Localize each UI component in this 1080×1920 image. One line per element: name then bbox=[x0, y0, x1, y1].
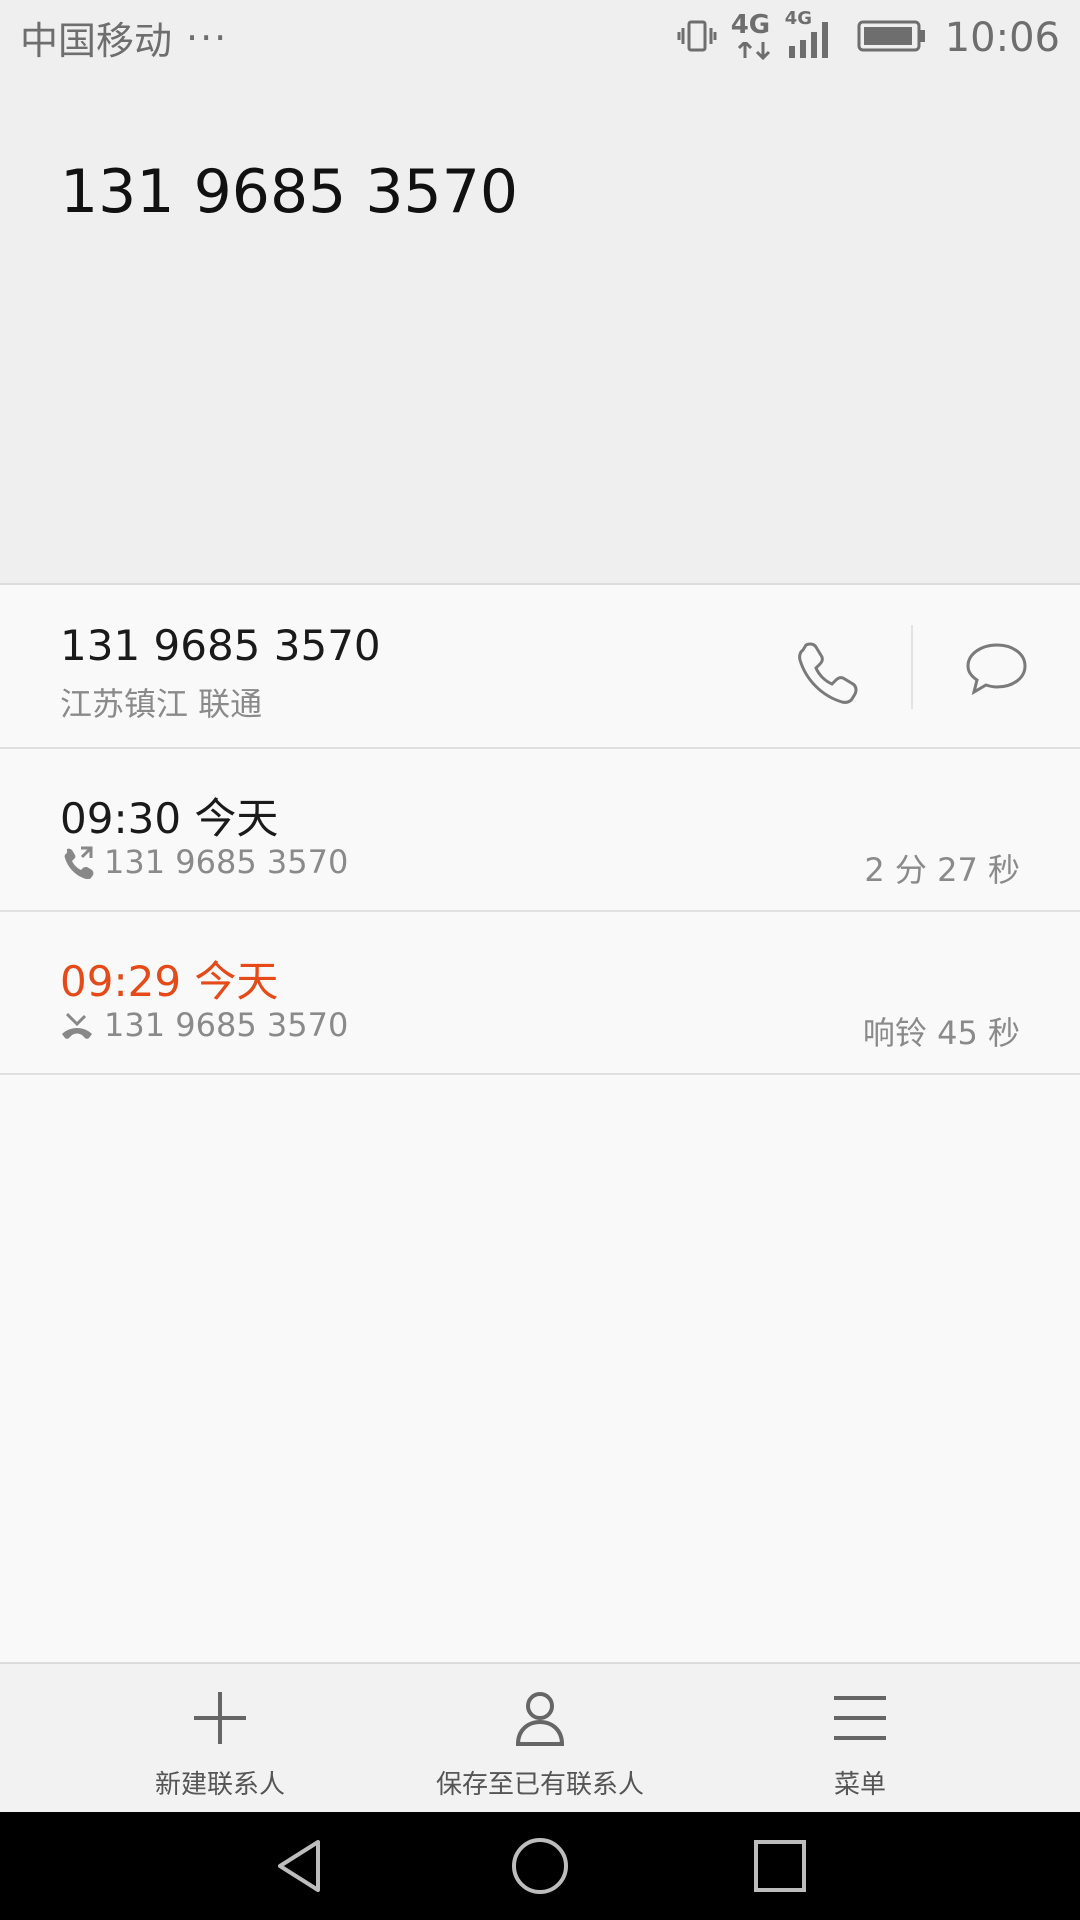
menu-label: 菜单 bbox=[833, 1770, 886, 1800]
call-number: 131 9685 3570 bbox=[104, 1006, 349, 1044]
more-notifications-dots: ··· bbox=[186, 15, 229, 60]
call-button[interactable] bbox=[790, 635, 860, 705]
menu-icon bbox=[834, 1696, 886, 1740]
missed-call-icon bbox=[60, 1008, 94, 1042]
carrier-name: 中国移动 bbox=[20, 19, 173, 63]
network-4g-data-icon: 4G bbox=[731, 10, 771, 60]
call-detail-screen: 中国移动 ··· 4G 4G 10:06 131 9685 3570 131 9… bbox=[0, 0, 1080, 1920]
call-log-item[interactable]: 09:29 今天 131 9685 3570 响铃 45 秒 bbox=[0, 912, 1080, 1075]
signal-strength-icon: 4G bbox=[785, 8, 833, 60]
status-left: 中国移动 ··· bbox=[20, 10, 228, 65]
call-sub: 131 9685 3570 bbox=[60, 1006, 348, 1044]
new-contact-button[interactable]: 新建联系人 bbox=[70, 1664, 370, 1814]
navigation-bar bbox=[0, 1812, 1080, 1920]
ring-duration: 响铃 45 秒 bbox=[862, 1014, 1020, 1052]
call-sub: 131 9685 3570 bbox=[60, 843, 348, 881]
number-row[interactable]: 131 9685 3570 江苏镇江 联通 bbox=[0, 585, 1080, 749]
call-time-missed: 09:29 今天 bbox=[60, 957, 279, 1006]
header-phone-number: 131 9685 3570 bbox=[60, 157, 519, 227]
outgoing-call-icon bbox=[60, 845, 94, 880]
message-button[interactable] bbox=[962, 635, 1032, 705]
status-bar: 中国移动 ··· 4G 4G 10:06 bbox=[0, 0, 1080, 75]
location-label: 江苏镇江 联通 bbox=[60, 685, 263, 723]
menu-button[interactable]: 菜单 bbox=[710, 1664, 1010, 1814]
caller-header: 131 9685 3570 bbox=[0, 75, 1080, 585]
action-divider bbox=[911, 625, 913, 709]
number-location: 江苏镇江 联通 bbox=[60, 679, 262, 725]
new-contact-label: 新建联系人 bbox=[154, 1770, 285, 1800]
home-icon[interactable] bbox=[510, 1836, 570, 1896]
back-icon[interactable] bbox=[270, 1836, 330, 1896]
person-icon bbox=[515, 1692, 565, 1746]
recent-apps-icon[interactable] bbox=[750, 1836, 810, 1896]
save-to-existing-contact-button[interactable]: 保存至已有联系人 bbox=[390, 1664, 690, 1814]
vibrate-icon bbox=[677, 16, 717, 60]
battery-icon bbox=[857, 18, 927, 58]
clock: 10:06 bbox=[944, 14, 1060, 61]
call-number: 131 9685 3570 bbox=[104, 843, 349, 881]
save-to-existing-label: 保存至已有联系人 bbox=[435, 1770, 644, 1800]
phone-icon bbox=[798, 642, 858, 704]
call-time: 09:30 今天 bbox=[60, 794, 279, 843]
status-right: 4G 4G 10:06 bbox=[663, 8, 1060, 61]
network-type-label-1: 4G bbox=[730, 9, 771, 40]
call-duration: 2 分 27 秒 bbox=[864, 851, 1020, 889]
phone-number: 131 9685 3570 bbox=[60, 621, 381, 670]
call-log-item[interactable]: 09:30 今天 131 9685 3570 2 分 27 秒 bbox=[0, 749, 1080, 912]
bottom-toolbar: 新建联系人 保存至已有联系人 菜单 bbox=[0, 1662, 1080, 1812]
message-bubble-icon bbox=[966, 643, 1027, 696]
plus-icon bbox=[194, 1692, 246, 1744]
